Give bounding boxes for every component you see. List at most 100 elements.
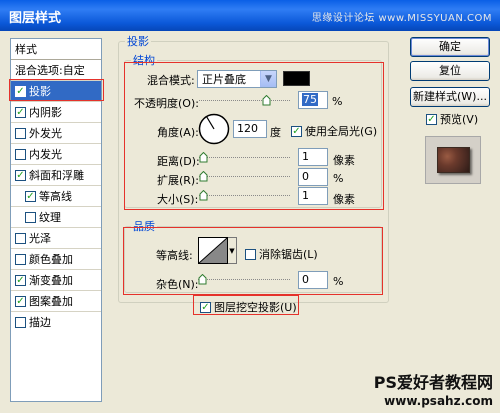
opacity-input[interactable]: 75 (298, 91, 328, 109)
blend-mode-label: 混合模式: (147, 74, 195, 87)
footer-watermark-line2: www.psahz.com (384, 394, 493, 408)
angle-label: 角度(A): (157, 126, 199, 139)
drop-shadow-checkbox[interactable]: ✓ (15, 85, 26, 97)
preview-checkbox-row[interactable]: ✓ 预览(V) (426, 111, 478, 127)
blend-mode-row: 混合模式: (147, 72, 195, 88)
size-input[interactable]: 1 (298, 187, 328, 205)
spread-slider[interactable] (199, 171, 290, 183)
color-overlay-item[interactable]: 颜色叠加 (11, 249, 101, 270)
noise-input[interactable]: 0 (298, 271, 328, 289)
style-list-item-label: 等高线 (39, 189, 72, 203)
spread-label: 扩展(R): (157, 174, 199, 187)
style-list-item-label: 光泽 (29, 231, 51, 245)
size-unit: 像素 (333, 193, 355, 206)
noise-unit: % (333, 275, 344, 288)
global-light-checkbox-row[interactable]: ✓ 使用全局光(G) (291, 123, 377, 139)
pattern-overlay-item[interactable]: ✓ 图案叠加 (11, 291, 101, 312)
drop-shadow-item[interactable]: ✓ 投影 (11, 81, 101, 102)
spread-input[interactable]: 0 (298, 168, 328, 186)
angle-dial[interactable] (198, 113, 230, 145)
satin-checkbox[interactable] (15, 232, 26, 244)
knockout-checkbox[interactable]: ✓ (200, 301, 211, 313)
preview-checkbox[interactable]: ✓ (426, 113, 437, 125)
slider-thumb[interactable] (262, 95, 271, 106)
slider-thumb[interactable] (198, 274, 207, 285)
size-row: 大小(S): (157, 191, 198, 207)
inner-shadow-item[interactable]: ✓ 内阴影 (11, 102, 101, 123)
stroke-checkbox[interactable] (15, 317, 26, 328)
stroke-item[interactable]: 描边 (11, 312, 101, 333)
preview-swatch (436, 147, 470, 173)
angle-input[interactable]: 120 (233, 120, 267, 138)
texture-item[interactable]: 纹理 (11, 207, 101, 228)
new-style-button[interactable]: 新建样式(W)... (410, 87, 490, 107)
distance-input[interactable]: 1 (298, 148, 328, 166)
drop-shadow-group-title: 投影 (127, 35, 149, 48)
contour-item[interactable]: ✓ 等高线 (11, 186, 101, 207)
chevron-down-icon[interactable]: ▼ (260, 71, 276, 87)
chevron-down-icon[interactable]: ▼ (228, 237, 237, 264)
anti-aliased-checkbox[interactable] (245, 248, 256, 260)
style-list-item-label: 描边 (29, 316, 51, 329)
style-list-item-label: 纹理 (39, 210, 61, 224)
angle-unit: 度 (270, 126, 281, 139)
style-preview-thumbnail (425, 136, 481, 184)
contour-checkbox[interactable]: ✓ (25, 190, 36, 202)
contour-row: 等高线: (156, 247, 193, 263)
layer-style-dialog: 图层样式 思缘设计论坛 www.MISSYUAN.COM 样式 混合选项:自定 … (0, 0, 500, 413)
size-label: 大小(S): (157, 193, 199, 206)
title-watermark: 思缘设计论坛 www.MISSYUAN.COM (311, 13, 492, 24)
gradient-overlay-item[interactable]: ✓ 渐变叠加 (11, 270, 101, 291)
contour-picker[interactable]: ▼ (198, 237, 237, 264)
color-overlay-checkbox[interactable] (15, 253, 26, 265)
knockout-checkbox-row[interactable]: ✓ 图层挖空投影(U) (200, 299, 297, 315)
footer-watermark-line1: PS爱好者教程网 (373, 373, 493, 392)
style-list-title: 样式 (11, 39, 101, 60)
angle-row: 角度(A): (157, 124, 199, 140)
noise-slider[interactable] (198, 274, 290, 286)
slider-thumb[interactable] (199, 171, 208, 182)
reset-button[interactable]: 复位 (410, 61, 490, 81)
global-light-checkbox[interactable]: ✓ (291, 125, 302, 137)
size-slider[interactable] (199, 190, 290, 202)
gradient-overlay-checkbox[interactable]: ✓ (15, 274, 26, 286)
inner-glow-checkbox[interactable] (15, 148, 26, 160)
style-list-item-label: 内发光 (29, 147, 62, 161)
distance-slider[interactable] (199, 152, 290, 164)
slider-thumb[interactable] (199, 190, 208, 201)
opacity-row: 不透明度(O): (134, 95, 199, 111)
title-bar[interactable]: 图层样式 思缘设计论坛 www.MISSYUAN.COM (0, 0, 500, 31)
shadow-color-swatch[interactable] (283, 71, 310, 86)
style-list-item-label: 颜色叠加 (29, 252, 73, 266)
opacity-slider[interactable] (199, 95, 290, 107)
blending-options-item[interactable]: 混合选项:自定 (11, 60, 101, 81)
inner-glow-item[interactable]: 内发光 (11, 144, 101, 165)
style-list-item-label: 混合选项:自定 (15, 63, 85, 77)
style-list-item-label: 投影 (29, 84, 51, 98)
ok-button[interactable]: 确定 (410, 37, 490, 57)
knockout-label: 图层挖空投影(U) (214, 301, 297, 314)
style-list-item-label: 渐变叠加 (29, 273, 73, 287)
outer-glow-checkbox[interactable] (15, 127, 26, 139)
structure-group-title: 结构 (133, 54, 155, 67)
satin-item[interactable]: 光泽 (11, 228, 101, 249)
inner-shadow-checkbox[interactable]: ✓ (15, 106, 26, 118)
style-list: 样式 混合选项:自定 ✓ 投影 ✓ 内阴影 外发光 内发光 ✓ 斜面和浮雕 ✓ … (10, 38, 102, 402)
contour-label: 等高线: (156, 249, 193, 262)
bevel-emboss-checkbox[interactable]: ✓ (15, 169, 26, 181)
outer-glow-item[interactable]: 外发光 (11, 123, 101, 144)
pattern-overlay-checkbox[interactable]: ✓ (15, 295, 26, 307)
slider-thumb[interactable] (199, 152, 208, 163)
distance-unit: 像素 (333, 154, 355, 167)
anti-aliased-checkbox-row[interactable]: 消除锯齿(L) (245, 246, 318, 262)
style-list-item-label: 内阴影 (29, 105, 62, 119)
noise-row: 杂色(N): (156, 276, 199, 292)
spread-unit: % (333, 172, 344, 185)
anti-aliased-label: 消除锯齿(L) (259, 248, 318, 261)
preview-label: 预览(V) (440, 113, 479, 126)
distance-label: 距离(D): (157, 155, 200, 168)
contour-preview[interactable] (198, 237, 228, 264)
blend-mode-select[interactable]: 正片叠底 ▼ (197, 70, 277, 88)
bevel-emboss-item[interactable]: ✓ 斜面和浮雕 (11, 165, 101, 186)
texture-checkbox[interactable] (25, 211, 36, 223)
